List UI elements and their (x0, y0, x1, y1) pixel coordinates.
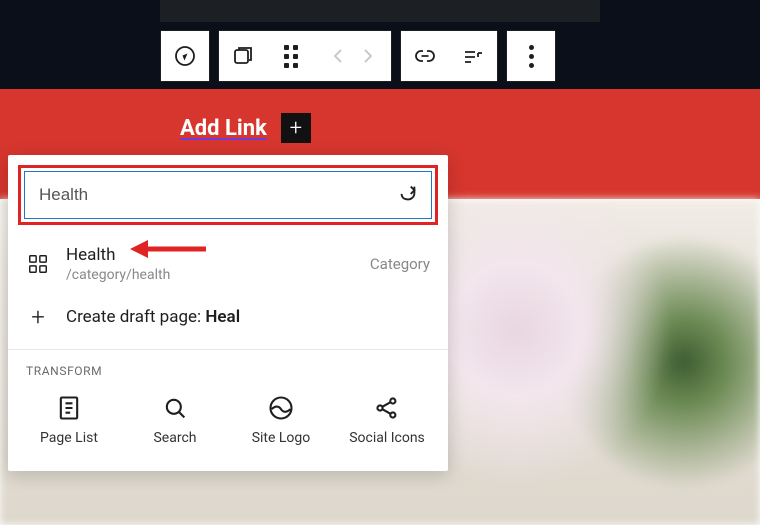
move-right-button[interactable] (343, 31, 391, 81)
transform-social-icons[interactable]: Social Icons (334, 388, 440, 453)
suggestion-path: /category/health (66, 267, 354, 283)
select-parent-button[interactable] (219, 31, 267, 81)
link-search-input[interactable] (37, 184, 389, 206)
block-toolbar (160, 30, 556, 82)
editor-top-bar (0, 0, 760, 89)
search-field-wrap (24, 171, 432, 219)
divider (8, 349, 448, 350)
add-link-label[interactable]: Add Link (180, 116, 267, 141)
more-options-button[interactable] (507, 31, 555, 81)
explore-button[interactable] (161, 31, 209, 81)
add-link-region: Add Link + (180, 113, 311, 143)
transform-grid: Page List Search Site Logo Social Icons (8, 382, 448, 471)
transform-heading: TRANSFORM (8, 354, 448, 382)
transform-page-list[interactable]: Page List (16, 388, 122, 453)
drag-handle[interactable] (267, 31, 315, 81)
create-draft-term: Heal (205, 307, 240, 327)
create-draft-row[interactable]: + Create draft page: Heal (8, 293, 448, 341)
transform-search[interactable]: Search (122, 388, 228, 453)
plus-icon: + (31, 303, 45, 331)
suggestion-title: Health (66, 245, 354, 265)
link-button[interactable] (401, 31, 449, 81)
search-highlight-box (18, 165, 438, 225)
submenu-button[interactable] (449, 31, 497, 81)
submit-icon[interactable] (397, 182, 419, 208)
link-popover: Health /category/health Category + Creat… (8, 155, 448, 471)
suggestion-type: Category (370, 255, 430, 273)
category-icon (26, 253, 50, 275)
create-draft-label: Create draft page: (66, 307, 201, 327)
add-block-button[interactable]: + (281, 113, 311, 143)
transform-site-logo[interactable]: Site Logo (228, 388, 334, 453)
suggestion-row[interactable]: Health /category/health Category (8, 235, 448, 293)
